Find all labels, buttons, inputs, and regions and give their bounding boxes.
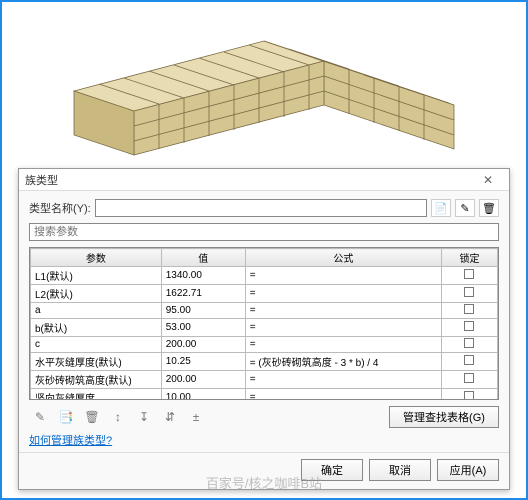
type-name-input[interactable] bbox=[95, 199, 427, 217]
tool-moveup[interactable]: ↕ bbox=[107, 407, 129, 427]
table-row[interactable]: 灰砂砖砌筑高度(默认)200.00= bbox=[31, 371, 498, 389]
titlebar: 族类型 ✕ bbox=[19, 169, 509, 191]
table-header-row: 参数 值 公式 锁定 bbox=[31, 249, 498, 267]
table-row[interactable]: 竖向灰缝厚度10.00= bbox=[31, 389, 498, 401]
lock-checkbox[interactable] bbox=[464, 321, 474, 331]
type-name-label: 类型名称(Y): bbox=[29, 200, 91, 216]
delete-type-button[interactable]: 🗑 bbox=[479, 199, 499, 217]
delete-icon: 🗑 bbox=[482, 202, 496, 215]
tool-delete[interactable]: 🗑 bbox=[81, 407, 103, 427]
col-lock: 锁定 bbox=[441, 249, 497, 267]
close-icon[interactable]: ✕ bbox=[473, 172, 503, 188]
lock-checkbox[interactable] bbox=[464, 269, 474, 279]
rename-type-button[interactable]: ✎ bbox=[455, 199, 475, 217]
dialog-title: 族类型 bbox=[25, 172, 58, 188]
lock-checkbox[interactable] bbox=[464, 355, 474, 365]
table-row[interactable]: b(默认)53.00= bbox=[31, 319, 498, 337]
lock-checkbox[interactable] bbox=[464, 304, 474, 314]
apply-button[interactable]: 应用(A) bbox=[437, 459, 499, 481]
brick-wall-illustration bbox=[54, 11, 474, 161]
document-icon: 📄 bbox=[434, 202, 448, 215]
tool-sort[interactable]: ⇵ bbox=[159, 407, 181, 427]
col-param: 参数 bbox=[31, 249, 162, 267]
table-row[interactable]: L2(默认)1622.71= bbox=[31, 285, 498, 303]
col-formula: 公式 bbox=[245, 249, 441, 267]
table-row[interactable]: 水平灰缝厚度(默认)10.25= (灰砂砖砌筑高度 - 3 * b) / 4 bbox=[31, 353, 498, 371]
cancel-button[interactable]: 取消 bbox=[369, 459, 431, 481]
table-row[interactable]: c200.00= bbox=[31, 337, 498, 353]
tool-edit[interactable]: ✎ bbox=[29, 407, 51, 427]
ok-button[interactable]: 确定 bbox=[301, 459, 363, 481]
dialog-footer: 确定 取消 应用(A) bbox=[19, 452, 509, 489]
lock-checkbox[interactable] bbox=[464, 391, 474, 400]
lock-checkbox[interactable] bbox=[464, 287, 474, 297]
lock-checkbox[interactable] bbox=[464, 373, 474, 383]
param-toolbar: ✎ 📑 🗑 ↕ ↧ ⇵ ± 管理查找表格(G) bbox=[29, 400, 499, 428]
family-types-dialog: 族类型 ✕ 类型名称(Y): 📄 ✎ 🗑 参数 值 公式 bbox=[18, 168, 510, 490]
tool-tolerance[interactable]: ± bbox=[185, 407, 207, 427]
rename-icon: ✎ bbox=[460, 202, 469, 215]
lock-checkbox[interactable] bbox=[464, 338, 474, 348]
table-row[interactable]: a95.00= bbox=[31, 303, 498, 319]
tool-new[interactable]: 📑 bbox=[55, 407, 77, 427]
help-link[interactable]: 如何管理族类型? bbox=[29, 432, 499, 448]
parameters-table[interactable]: 参数 值 公式 锁定 L1(默认)1340.00=L2(默认)1622.71=a… bbox=[29, 247, 499, 400]
new-type-button[interactable]: 📄 bbox=[431, 199, 451, 217]
table-row[interactable]: L1(默认)1340.00= bbox=[31, 267, 498, 285]
search-input[interactable] bbox=[29, 223, 499, 241]
tool-movedown[interactable]: ↧ bbox=[133, 407, 155, 427]
manage-lookup-button[interactable]: 管理查找表格(G) bbox=[389, 406, 499, 428]
col-value: 值 bbox=[161, 249, 245, 267]
model-canvas bbox=[2, 2, 526, 162]
